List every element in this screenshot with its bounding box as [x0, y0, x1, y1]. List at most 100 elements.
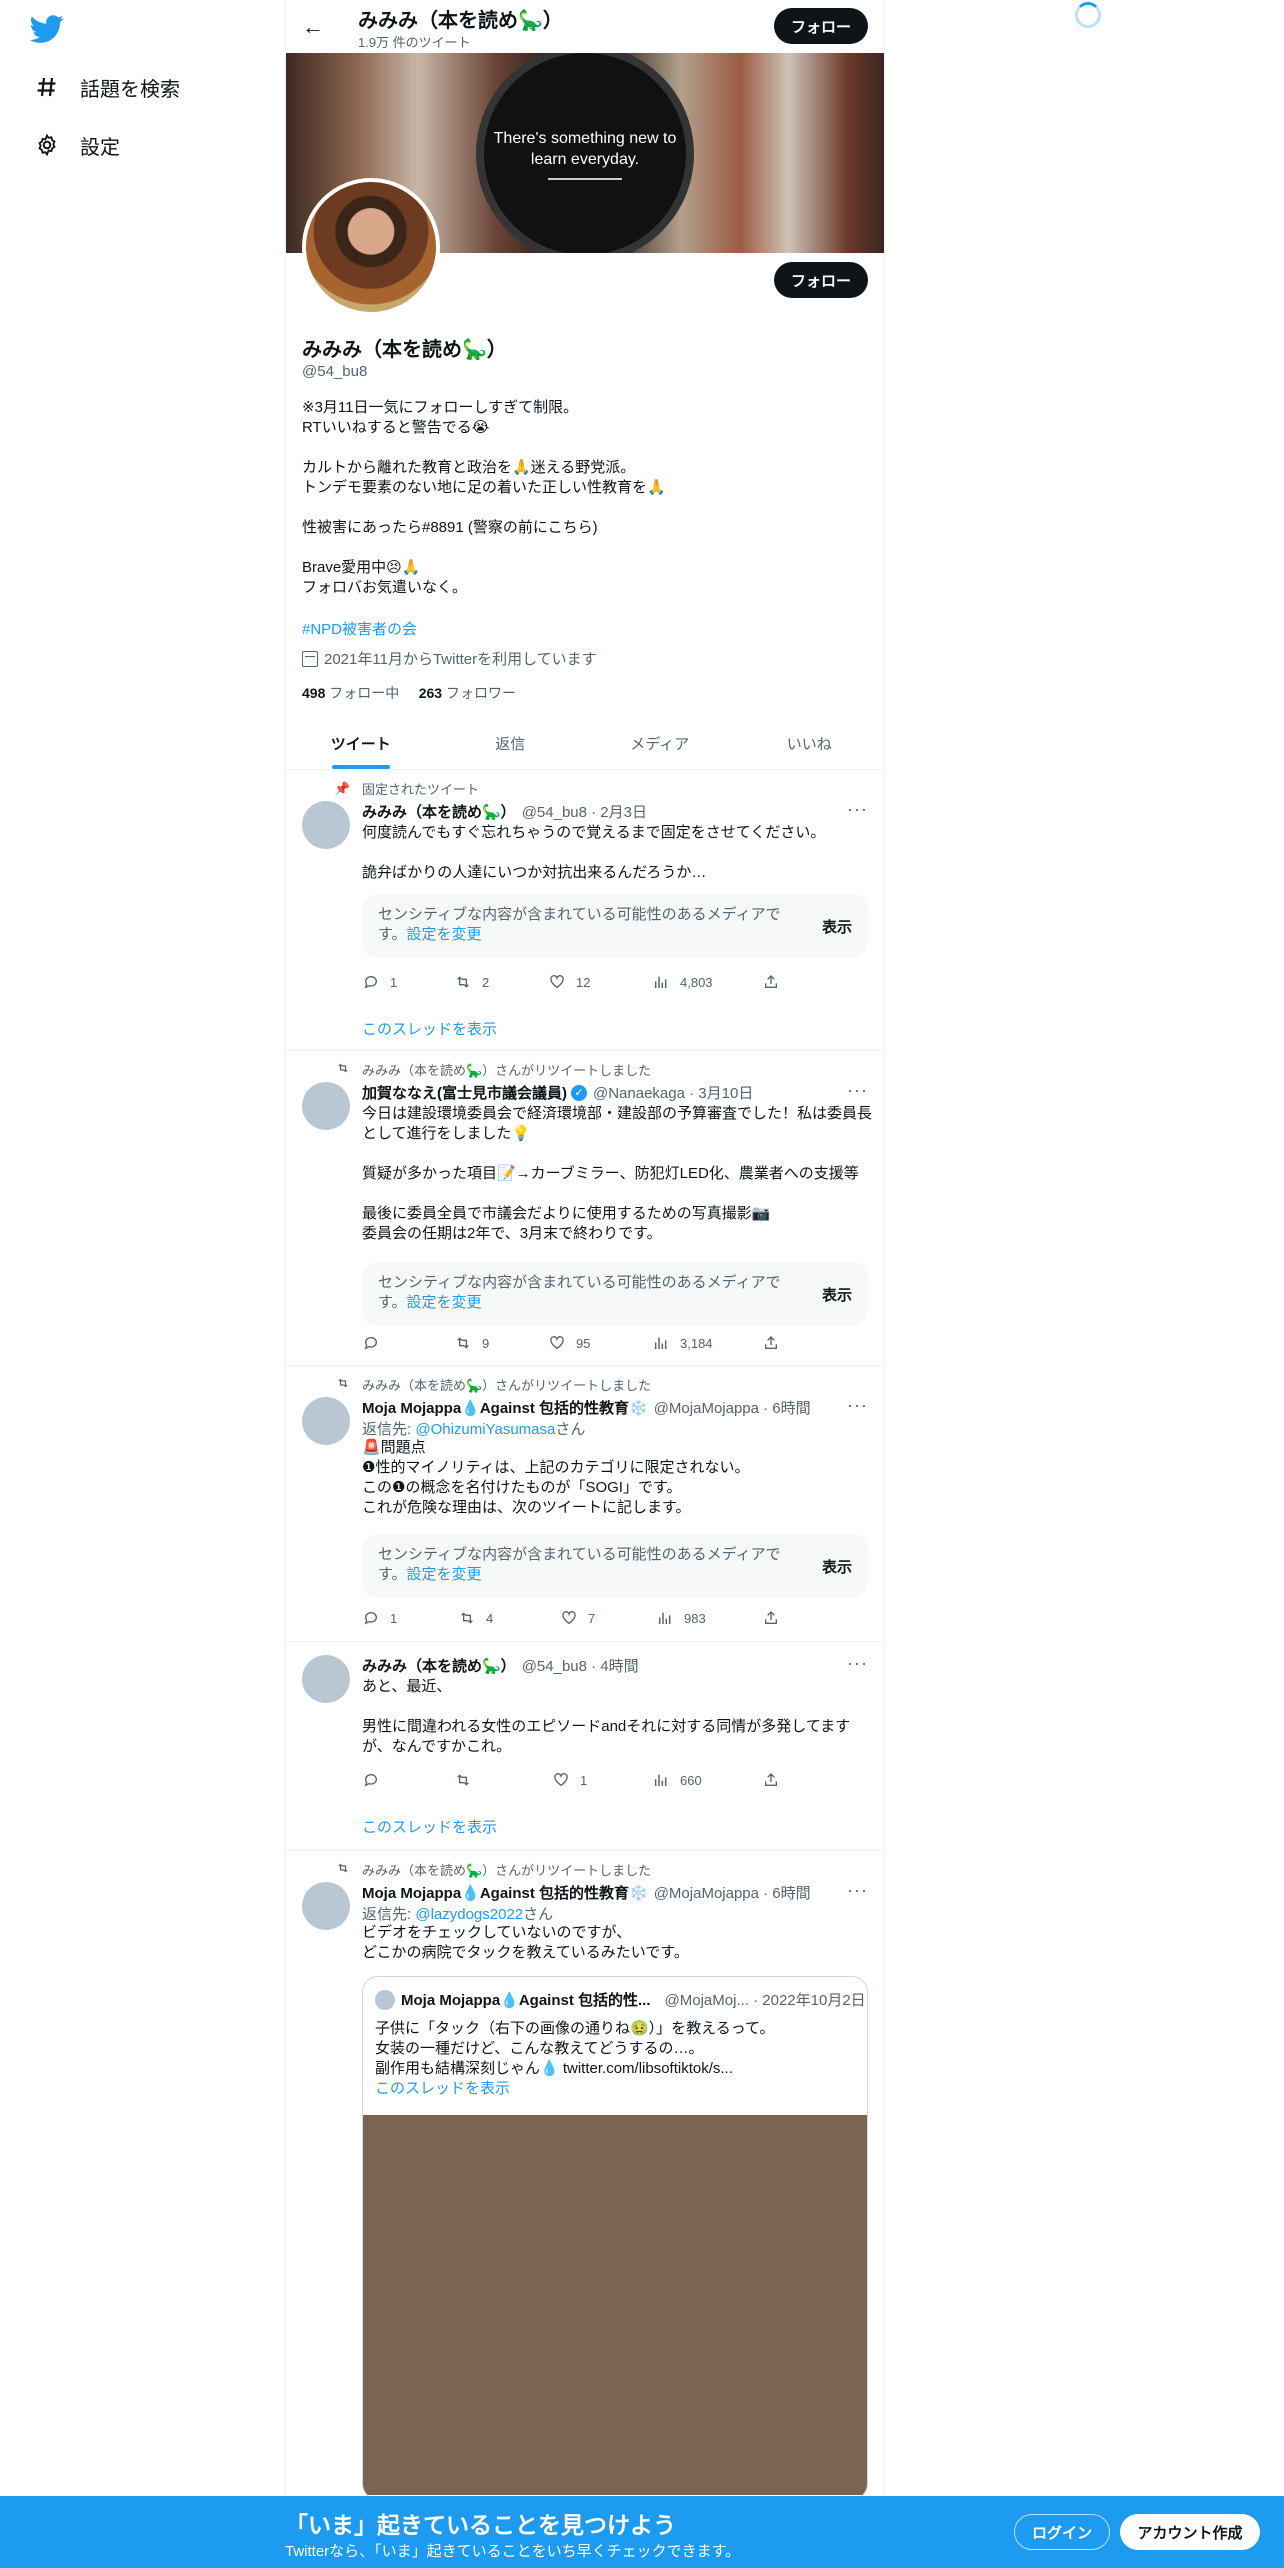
banner-rule — [548, 178, 622, 180]
banner-line-1: There's something new to — [493, 130, 677, 147]
show-media-button[interactable]: 表示 — [822, 1284, 852, 1305]
quoted-meta: @MojaMoj... · 2022年10月2日 — [664, 1992, 866, 2009]
more-icon[interactable]: ··· — [847, 1080, 868, 1101]
tweet-retweeted-quote[interactable]: みみみ（本を読め🦕）さんがリツイートしました Moja Mojappa💧Agai… — [286, 1852, 884, 2500]
following-link[interactable]: 498 フォロー中 — [302, 685, 399, 701]
profile-header-bar: ← みみみ（本を読め🦕） 1.9万 件のツイート フォロー — [286, 0, 884, 53]
bio-line: Brave愛用中😣🙏 — [302, 559, 421, 576]
tweet-retweeted[interactable]: みみみ（本を読め🦕）さんがリツイートしました Moja Mojappa💧Agai… — [286, 1367, 884, 1642]
tweet-actions: 1 660 — [362, 1771, 792, 1791]
tweet-author-name[interactable]: みみみ（本を読め🦕） — [362, 1655, 516, 1676]
tweet-author-name[interactable]: みみみ（本を読め🦕） — [362, 801, 516, 822]
share-button[interactable] — [762, 1609, 790, 1627]
login-button[interactable]: ログイン — [1014, 2514, 1110, 2550]
show-media-button[interactable]: 表示 — [822, 1556, 852, 1577]
like-button[interactable]: 7 — [560, 1609, 595, 1627]
nav-explore[interactable]: 話題を検索 — [34, 67, 180, 107]
sensitive-media-notice: センシティブな内容が含まれている可能性のあるメディアです。設定を変更 表示 — [362, 1534, 868, 1598]
retweet-button[interactable]: 4 — [458, 1609, 493, 1627]
retweet-button[interactable] — [454, 1771, 482, 1789]
tweet-avatar[interactable] — [302, 1655, 350, 1703]
quoted-tweet[interactable]: Moja Mojappa💧Against 包括的性... @MojaMoj...… — [362, 1976, 868, 2500]
loading-spinner-icon — [1075, 2, 1101, 28]
quoted-media-image[interactable] — [363, 2115, 867, 2495]
tweet-avatar[interactable] — [302, 801, 350, 849]
tweet-body: あと、最近、 男性に間違われる女性のエピソードandそれに対する同情が多発してま… — [362, 1678, 851, 1755]
change-settings-link[interactable]: 設定を変更 — [407, 926, 482, 943]
views-chart-icon — [652, 1334, 670, 1352]
more-icon[interactable]: ··· — [847, 799, 868, 820]
retweet-button[interactable]: 9 — [454, 1334, 489, 1352]
nav-settings[interactable]: 設定 — [34, 125, 120, 165]
tweet-own[interactable]: みみみ（本を読め🦕） @54_bu8 · 4時間 ··· あと、最近、 男性に間… — [286, 1643, 884, 1851]
reply-button[interactable]: 1 — [362, 973, 397, 991]
views-button[interactable]: 3,184 — [652, 1334, 713, 1352]
reply-icon — [362, 1771, 380, 1789]
tweet-author-name[interactable]: Moja Mojappa💧Against 包括的性教育❄️ — [362, 1397, 648, 1418]
heart-icon — [552, 1771, 570, 1789]
share-button[interactable] — [762, 1771, 790, 1789]
retweet-icon — [454, 1771, 472, 1789]
reply-to-link[interactable]: @lazydogs2022 — [415, 1906, 523, 1923]
retweet-icon — [334, 1377, 350, 1392]
sensitive-media-notice: センシティブな内容が含まれている可能性のあるメディアです。設定を変更 表示 — [362, 1262, 868, 1326]
header-follow-button[interactable]: フォロー — [774, 8, 868, 44]
twitter-logo-icon[interactable] — [29, 12, 64, 46]
views-button[interactable]: 4,803 — [652, 973, 713, 991]
quoted-avatar — [375, 1989, 395, 2010]
views-button[interactable]: 983 — [656, 1609, 706, 1627]
tweet-avatar[interactable] — [302, 1082, 350, 1130]
sensitive-text: センシティブな内容が含まれている可能性のあるメディアです。設定を変更 — [378, 1274, 781, 1311]
profile-avatar[interactable] — [302, 178, 440, 316]
share-button[interactable] — [762, 1334, 790, 1352]
tweet-avatar[interactable] — [302, 1882, 350, 1930]
like-button[interactable]: 12 — [548, 973, 590, 991]
tweet-header: Moja Mojappa💧Against 包括的性教育❄️ @MojaMojap… — [362, 1882, 811, 1903]
profile-name: みみみ（本を読め🦕） — [302, 339, 507, 361]
show-media-button[interactable]: 表示 — [822, 916, 852, 937]
heart-icon — [548, 973, 566, 991]
show-thread-link[interactable]: このスレッドを表示 — [362, 1816, 497, 1837]
tab-tweets[interactable]: ツイート — [286, 718, 436, 769]
tweet-meta: @54_bu8 · 2月3日 — [521, 804, 647, 821]
reply-button[interactable]: 1 — [362, 1609, 397, 1627]
bio-line: フォロバお気遣いなく。 — [302, 579, 468, 596]
header-name: みみみ（本を読め🦕） — [358, 10, 563, 32]
followers-link[interactable]: 263 フォロワー — [419, 685, 516, 701]
tab-media[interactable]: メディア — [585, 718, 735, 769]
header-tweet-count: 1.9万 件のツイート — [358, 35, 471, 50]
reply-to-link[interactable]: @OhizumiYasumasa — [415, 1421, 555, 1438]
tweet-author-name[interactable]: 加賀ななえ(富士見市議会議員) — [362, 1082, 567, 1103]
tab-replies[interactable]: 返信 — [436, 718, 586, 769]
change-settings-link[interactable]: 設定を変更 — [407, 1294, 482, 1311]
more-icon[interactable]: ··· — [847, 1653, 868, 1674]
profile-hashtag-link[interactable]: #NPD被害者の会 — [302, 618, 417, 639]
tweet-avatar[interactable] — [302, 1397, 350, 1445]
reply-icon — [362, 973, 380, 991]
like-button[interactable]: 95 — [548, 1334, 590, 1352]
share-button[interactable] — [762, 973, 790, 991]
reply-to-line: 返信先: @lazydogs2022さん — [362, 1906, 554, 1923]
show-thread-link[interactable]: このスレッドを表示 — [362, 1018, 497, 1039]
quoted-show-thread-link[interactable]: このスレッドを表示 — [375, 2077, 510, 2098]
reply-button[interactable] — [362, 1334, 390, 1352]
retweet-button[interactable]: 2 — [454, 973, 489, 991]
views-button[interactable]: 660 — [652, 1771, 702, 1789]
signup-button[interactable]: アカウント作成 — [1120, 2514, 1260, 2550]
profile-follow-button[interactable]: フォロー — [774, 262, 868, 298]
reply-button[interactable] — [362, 1771, 390, 1789]
share-icon — [762, 973, 780, 991]
nav-explore-label: 話題を検索 — [80, 78, 180, 101]
like-button[interactable]: 1 — [552, 1771, 587, 1789]
more-icon[interactable]: ··· — [847, 1880, 868, 1901]
retweet-icon — [334, 1062, 350, 1077]
tweet-pinned[interactable]: 📌 固定されたツイート みみみ（本を読め🦕） @54_bu8 · 2月3日 ··… — [286, 771, 884, 1051]
tweet-retweeted[interactable]: みみみ（本を読め🦕）さんがリツイートしました 加賀ななえ(富士見市議会議員) ✓… — [286, 1052, 884, 1366]
back-arrow-icon[interactable]: ← — [300, 14, 326, 40]
tab-likes[interactable]: いいね — [735, 718, 885, 769]
bio-line: カルトから離れた教育と政治を🙏迷える野党派。 — [302, 459, 636, 476]
tweet-context: みみみ（本を読め🦕）さんがリツイートしました — [334, 1060, 651, 1079]
change-settings-link[interactable]: 設定を変更 — [407, 1566, 482, 1583]
tweet-author-name[interactable]: Moja Mojappa💧Against 包括的性教育❄️ — [362, 1882, 648, 1903]
more-icon[interactable]: ··· — [847, 1395, 868, 1416]
